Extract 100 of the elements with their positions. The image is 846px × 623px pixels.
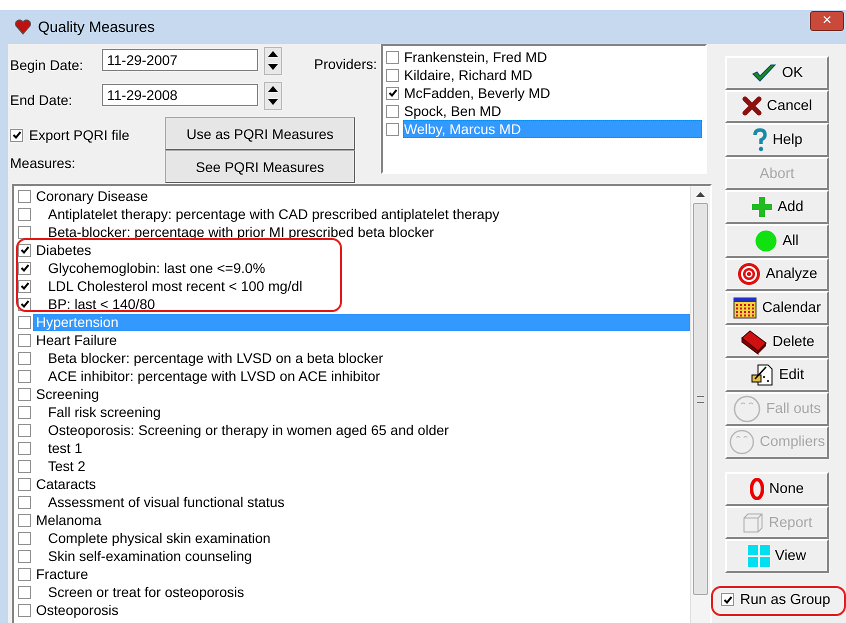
calendar-icon: [733, 296, 758, 319]
checkbox[interactable]: [18, 568, 31, 580]
checkbox[interactable]: [18, 280, 31, 292]
measure-item[interactable]: Antiplatelet therapy: percentage with CAD prescribed antiplatelet therapy: [33, 206, 690, 222]
export-checkbox[interactable]: [10, 128, 23, 142]
checkbox[interactable]: [386, 86, 399, 100]
toolbar-button[interactable]: Delete: [725, 324, 829, 358]
face-outline-icon: [729, 428, 755, 456]
provider-item[interactable]: McFadden, Beverly MD: [403, 84, 702, 102]
heart-icon: [14, 18, 32, 36]
toolbar-button[interactable]: Help: [725, 123, 829, 157]
checkbox[interactable]: [18, 604, 31, 616]
checkbox[interactable]: [18, 388, 31, 400]
provider-item[interactable]: Frankenstein, Fred MD: [403, 48, 702, 66]
checkbox[interactable]: [18, 352, 31, 364]
checkbox[interactable]: [18, 586, 31, 598]
measure-item[interactable]: Cataracts: [33, 476, 690, 492]
measure-item[interactable]: Beta blocker: percentage with LVSD on a beta blocker: [33, 350, 690, 366]
checkbox[interactable]: [18, 550, 31, 562]
measure-item[interactable]: Fracture: [33, 566, 690, 582]
help-icon: [752, 128, 768, 152]
toolbar-button[interactable]: View: [725, 539, 829, 573]
export-label: Export PQRI file: [29, 127, 130, 143]
use-pqri-button[interactable]: Use as PQRI Measures: [165, 117, 355, 150]
begin-date-field[interactable]: 11-29-2007: [102, 48, 258, 70]
checkbox[interactable]: [18, 532, 31, 544]
measure-item[interactable]: Osteoporosis: [33, 602, 690, 618]
toolbar-button[interactable]: Calendar: [725, 291, 829, 325]
measure-item[interactable]: Heart Failure: [33, 332, 690, 348]
circle-icon: [755, 230, 778, 252]
checkbox[interactable]: [18, 208, 31, 220]
scroll-up-icon[interactable]: [696, 192, 705, 197]
provider-item[interactable]: Kildaire, Richard MD: [403, 66, 702, 84]
eraser-icon: [740, 328, 768, 355]
x-icon: [742, 96, 762, 116]
spinner[interactable]: [264, 46, 282, 74]
checkbox[interactable]: [18, 190, 31, 202]
checkbox[interactable]: [386, 68, 399, 82]
toolbar-button[interactable]: None: [725, 472, 829, 506]
measure-item[interactable]: Fall risk screening: [33, 404, 690, 420]
zero-icon: [750, 478, 764, 500]
checkbox[interactable]: [18, 262, 31, 274]
measure-item[interactable]: Melanoma: [33, 512, 690, 528]
checkbox[interactable]: [18, 244, 31, 256]
checkbox[interactable]: [18, 460, 31, 472]
checkbox[interactable]: [18, 406, 31, 418]
measure-item[interactable]: test 1: [33, 440, 690, 456]
toolbar-button[interactable]: OK: [725, 56, 829, 90]
measure-item[interactable]: Screen or treat for osteoporosis: [33, 584, 690, 600]
close-button[interactable]: ×: [810, 11, 844, 31]
measure-item[interactable]: Assessment of visual functional status: [33, 494, 690, 510]
cube-outline-icon: [742, 512, 764, 534]
provider-item[interactable]: Spock, Ben MD: [403, 102, 702, 120]
checkmark-icon: [751, 62, 778, 83]
measure-item[interactable]: Complete physical skin examination: [33, 530, 690, 546]
measure-item[interactable]: Osteoporosis: Screening or therapy in women aged 65 and older: [33, 422, 690, 438]
begin-date-label: Begin Date:: [10, 56, 84, 72]
end-date-field[interactable]: 11-29-2008: [102, 84, 258, 106]
checkbox[interactable]: [18, 370, 31, 382]
checkbox[interactable]: [386, 122, 399, 136]
measure-item[interactable]: Skin self-examination counseling: [33, 548, 690, 564]
toolbar-button[interactable]: Cancel: [725, 90, 829, 124]
checkbox[interactable]: [18, 424, 31, 436]
checkbox[interactable]: [18, 496, 31, 508]
document-edit-icon: [750, 363, 774, 388]
measure-item[interactable]: Glycohemoglobin: last one <=9.0%: [33, 260, 690, 276]
run-as-group-label: Run as Group: [740, 592, 830, 608]
measure-item[interactable]: Beta-blocker: percentage with prior MI prescribed beta blocker: [33, 224, 690, 240]
toolbar-button[interactable]: Edit: [725, 358, 829, 392]
checkbox[interactable]: [386, 104, 399, 118]
checkbox[interactable]: [18, 478, 31, 490]
measure-item[interactable]: Screening: [33, 386, 690, 402]
measure-item[interactable]: Diabetes: [33, 242, 690, 258]
measures-label: Measures:: [10, 155, 76, 171]
measure-item[interactable]: ACE inhibitor: percentage with LVSD on ACE inhibitor: [33, 368, 690, 384]
measure-item[interactable]: Test 2: [33, 458, 690, 474]
grid-icon: [748, 545, 770, 568]
checkbox[interactable]: [18, 442, 31, 454]
target-icon: [736, 262, 761, 286]
checkbox[interactable]: [18, 514, 31, 526]
checkbox[interactable]: [18, 316, 31, 328]
checkbox[interactable]: [18, 226, 31, 238]
checkbox[interactable]: [18, 334, 31, 346]
end-date-label: End Date:: [10, 92, 74, 108]
see-pqri-button[interactable]: See PQRI Measures: [165, 150, 355, 183]
measure-item[interactable]: BP: last < 140/80: [33, 296, 690, 312]
toolbar-button[interactable]: Analyze: [725, 258, 829, 292]
run-as-group-checkbox[interactable]: [721, 593, 734, 606]
spinner[interactable]: [264, 82, 282, 110]
window-title: Quality Measures: [38, 18, 155, 36]
measure-item[interactable]: Coronary Disease: [33, 188, 690, 204]
measure-item[interactable]: LDL Cholesterol most recent < 100 mg/dl: [33, 278, 690, 294]
face-outline-icon: [733, 394, 762, 423]
toolbar-button[interactable]: All: [725, 224, 829, 258]
toolbar-button[interactable]: Add: [725, 190, 829, 224]
plus-icon: [750, 196, 773, 218]
checkbox[interactable]: [18, 298, 31, 310]
scroll-thumb[interactable]: [693, 203, 708, 595]
scrollbar[interactable]: [690, 186, 710, 623]
checkbox[interactable]: [386, 50, 399, 64]
